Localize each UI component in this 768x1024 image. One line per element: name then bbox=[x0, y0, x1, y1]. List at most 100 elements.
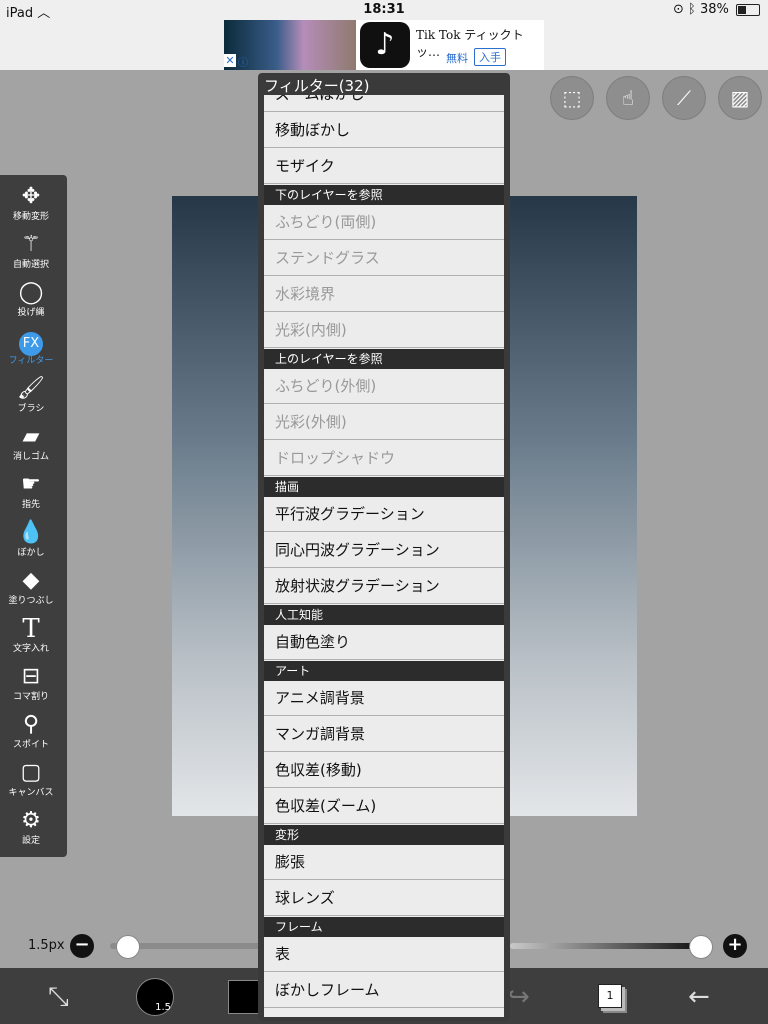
filter-item[interactable]: 移動ぼかし bbox=[264, 113, 504, 148]
brush-size-preview[interactable]: 1.5 bbox=[136, 978, 174, 1016]
filter-item[interactable]: 平行波グラデーション bbox=[264, 497, 504, 532]
ad-get-button[interactable]: 入手 bbox=[474, 48, 506, 66]
brush-size-label: 1.5px bbox=[28, 938, 65, 953]
filter-section-header: 下のレイヤーを参照 bbox=[264, 185, 504, 205]
filter-item[interactable]: マンガ調背景 bbox=[264, 717, 504, 752]
tool-label: ぼかし bbox=[17, 548, 45, 558]
filter-item[interactable]: 球レンズ bbox=[264, 881, 504, 916]
opacity-slider-knob[interactable] bbox=[689, 935, 713, 959]
back-arrow-icon[interactable]: ← bbox=[688, 982, 710, 1012]
clock: 18:31 bbox=[363, 2, 405, 17]
move-icon: ✥ bbox=[21, 184, 41, 209]
tool-eyedropper[interactable]: ⚲ スポイト bbox=[0, 711, 62, 759]
tool-label: 指先 bbox=[21, 500, 40, 510]
opacity-slider[interactable] bbox=[510, 943, 700, 949]
tool-frame-divider[interactable]: ⊟ コマ割り bbox=[0, 663, 62, 711]
tool-label: 設定 bbox=[21, 836, 40, 846]
text-icon: T bbox=[22, 614, 40, 644]
bluetooth-icon: ᛒ bbox=[688, 2, 696, 17]
filter-item: ドロップシャドウ bbox=[264, 441, 504, 476]
filter-item: ステンドグラス bbox=[264, 241, 504, 276]
image-icon[interactable]: ▨ bbox=[718, 76, 762, 120]
eraser-icon: ▰ bbox=[22, 424, 40, 449]
ad-free-label: 無料 bbox=[446, 52, 468, 65]
ad-info-icon[interactable]: ⓘ bbox=[238, 54, 248, 69]
plus-button[interactable]: + bbox=[723, 934, 747, 958]
magic-wand-icon: ⚚ bbox=[21, 232, 41, 257]
status-right: ⊙ ᛒ 38% bbox=[673, 2, 760, 17]
filter-item[interactable]: 放射状波グラデーション bbox=[264, 569, 504, 604]
tool-eraser[interactable]: ▰ 消しゴム bbox=[0, 423, 62, 471]
orientation-lock-icon: ⊙ bbox=[672, 2, 684, 17]
tool-move[interactable]: ✥ 移動変形 bbox=[0, 183, 62, 231]
filter-item[interactable]: 自動色塗り bbox=[264, 625, 504, 660]
filter-item[interactable]: 表 bbox=[264, 937, 504, 972]
tool-brush[interactable]: 🖌 ブラシ bbox=[0, 375, 62, 423]
eyedropper-icon: ⚲ bbox=[22, 712, 40, 737]
tool-magic-wand[interactable]: ⚚ 自動選択 bbox=[0, 231, 62, 279]
brush-size-value: 1.5 bbox=[155, 1002, 171, 1013]
ad-bar: ♪ Tik Tok ティックトッ… 無料 入手 ✕ ⓘ bbox=[0, 20, 768, 70]
filter-list[interactable]: ズームぼかし移動ぼかしモザイク下のレイヤーを参照ふちどり(両側)ステンドグラス水… bbox=[264, 95, 504, 1017]
status-bar: iPad ︿ 18:31 ⊙ ᛒ 38% bbox=[0, 0, 768, 21]
filter-item: 光彩(外側) bbox=[264, 405, 504, 440]
filter-item[interactable]: ぼかしフレーム bbox=[264, 973, 504, 1008]
tool-blur[interactable]: 💧 ぼかし bbox=[0, 519, 62, 567]
tool-canvas[interactable]: ▢ キャンバス bbox=[0, 759, 62, 807]
fill-icon: ◆ bbox=[22, 568, 40, 593]
selection-icon[interactable]: ⬚ bbox=[550, 76, 594, 120]
tool-settings[interactable]: ⚙ 設定 bbox=[0, 807, 62, 855]
layer-count: 1 bbox=[606, 989, 614, 1002]
filter-item[interactable]: モザイク bbox=[264, 149, 504, 184]
tool-label: 移動変形 bbox=[12, 212, 49, 222]
ad-close-icon[interactable]: ✕ bbox=[224, 54, 236, 67]
filter-item[interactable]: 同心円波グラデーション bbox=[264, 533, 504, 568]
frame-divider-icon: ⊟ bbox=[21, 664, 41, 689]
tool-fill[interactable]: ◆ 塗りつぶし bbox=[0, 567, 62, 615]
finger-icon: ☛ bbox=[21, 472, 41, 497]
tool-label: コマ割り bbox=[12, 692, 49, 702]
fx-icon-wrap: FX bbox=[0, 327, 62, 356]
filter-panel-title: フィルター(32) bbox=[264, 77, 370, 95]
hand-icon[interactable]: ☝ bbox=[606, 76, 650, 120]
tool-label: 文字入れ bbox=[12, 644, 49, 654]
filter-item[interactable]: 色収差(ズーム) bbox=[264, 789, 504, 824]
tool-lasso[interactable]: ◯ 投げ縄 bbox=[0, 279, 62, 327]
tool-filter[interactable]: FX フィルター bbox=[0, 327, 62, 375]
layers-button[interactable]: 1 bbox=[598, 984, 622, 1008]
left-toolbar: ✥ 移動変形 ⚚ 自動選択 ◯ 投げ縄 FX フィルター 🖌 ブラシ ▰ 消しゴ… bbox=[0, 175, 67, 857]
fx-icon: FX bbox=[19, 332, 43, 356]
tool-label: 消しゴム bbox=[12, 452, 49, 462]
tool-label: スポイト bbox=[12, 740, 49, 750]
filter-item: ふちどり(外側) bbox=[264, 369, 504, 404]
lasso-icon: ◯ bbox=[18, 280, 44, 305]
tiktok-logo-icon: ♪ bbox=[360, 22, 410, 68]
filter-item: ふちどり(両側) bbox=[264, 205, 504, 240]
tool-text[interactable]: T 文字入れ bbox=[0, 615, 62, 663]
filter-section-header: 描画 bbox=[264, 477, 504, 497]
filter-item[interactable]: アニメ調背景 bbox=[264, 681, 504, 716]
color-swatch[interactable] bbox=[228, 980, 262, 1014]
filter-item[interactable]: 膨張 bbox=[264, 845, 504, 880]
ruler-icon[interactable]: ⟋ bbox=[662, 76, 706, 120]
tool-label: キャンバス bbox=[8, 788, 54, 798]
filter-item: 光彩(内側) bbox=[264, 313, 504, 348]
tool-label: 投げ縄 bbox=[17, 308, 45, 318]
redo-icon[interactable]: ↪ bbox=[508, 982, 530, 1012]
tool-finger[interactable]: ☛ 指先 bbox=[0, 471, 62, 519]
transform-icon[interactable]: ⤡ bbox=[48, 982, 69, 1013]
filter-section-header: 人工知能 bbox=[264, 605, 504, 625]
filter-item[interactable]: 色収差(移動) bbox=[264, 753, 504, 788]
minus-button[interactable]: − bbox=[70, 934, 94, 958]
gear-icon: ⚙ bbox=[21, 808, 41, 833]
tool-label: 塗りつぶし bbox=[8, 596, 54, 606]
tool-label: フィルター bbox=[8, 356, 54, 366]
filter-section-header: 変形 bbox=[264, 825, 504, 845]
canvas-icon: ▢ bbox=[20, 760, 42, 785]
tool-label: ブラシ bbox=[17, 404, 45, 414]
battery-icon bbox=[736, 3, 760, 16]
ad-banner[interactable]: ♪ Tik Tok ティックトッ… 無料 入手 ✕ ⓘ bbox=[224, 20, 544, 70]
brush-size-slider-knob[interactable] bbox=[116, 935, 140, 959]
brush-icon: 🖌 bbox=[17, 376, 45, 401]
filter-item[interactable]: ズームぼかし bbox=[264, 95, 504, 112]
